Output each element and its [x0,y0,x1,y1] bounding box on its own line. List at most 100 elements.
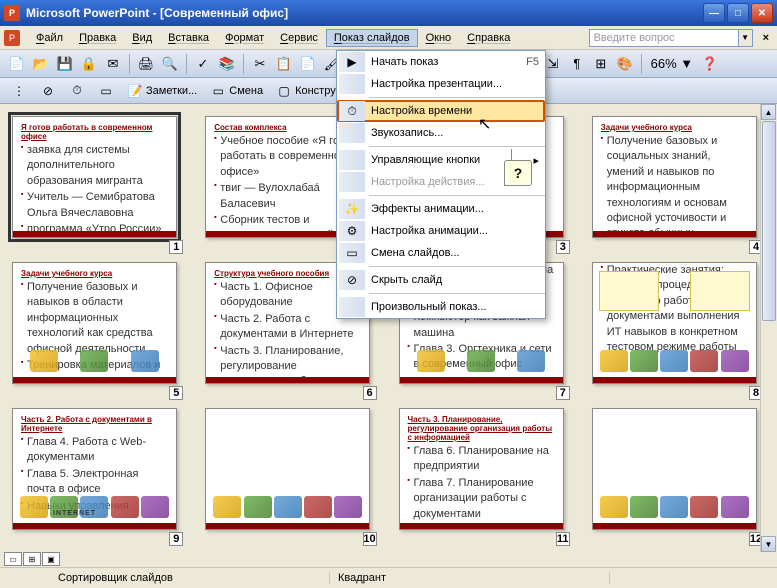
help-tooltip: ? [504,160,532,186]
scroll-down-button[interactable]: ▼ [761,536,776,552]
menu-формат[interactable]: Формат [217,29,272,47]
slide-number: 5 [169,386,183,400]
slide-10[interactable]: 10 [205,408,378,530]
menu-item-icon: ✨ [339,199,365,219]
close-button[interactable]: ✕ [751,3,773,23]
scroll-up-button[interactable]: ▲ [761,104,776,120]
menu-item-label: Звукозапись... [371,127,539,139]
menubar: P ФайлПравкаВидВставкаФорматСервисПоказ … [0,26,777,50]
menu-item-label: Скрыть слайд [371,274,539,286]
cut-button[interactable]: ✂ [249,53,271,75]
menu-справка[interactable]: Справка [459,29,518,47]
scroll-thumb[interactable] [762,121,776,321]
menu-item-icon [339,123,365,143]
menu-item-icon [339,150,365,170]
menu-item-label: Начать показ [371,56,526,68]
slide-number: 11 [556,532,570,546]
menu-item-icon [339,74,365,94]
slide-1[interactable]: Я готов работать в современном офисезаяв… [12,116,185,238]
menu-вставка[interactable]: Вставка [160,29,217,47]
minimize-button[interactable]: — [703,3,725,23]
menu-item-icon: ⊘ [339,270,365,290]
email-button[interactable]: ✉ [102,53,124,75]
slide-4[interactable]: Задачи учебного курсаПолучение базовых и… [592,116,765,238]
menu-item-6[interactable]: ✨ Эффекты анимации... [337,198,545,220]
window-buttons: — □ ✕ [703,3,773,23]
slide-number: 6 [363,386,377,400]
menu-файл[interactable]: Файл [28,29,71,47]
help-search-input[interactable]: Введите вопрос [589,29,739,47]
new-button[interactable]: 📄 [6,53,28,75]
menu-item-label: Настройка презентации... [371,78,539,90]
color-button[interactable]: 🎨 [614,53,636,75]
slide-number: 7 [556,386,570,400]
status-view-label: Сортировщик слайдов [50,572,330,584]
slide-number: 3 [556,240,570,254]
menu-item-9[interactable]: ⊘ Скрыть слайд [337,269,545,291]
menu-item-icon: ▭ [339,243,365,263]
slide-12[interactable]: 12 [592,408,765,530]
vertical-scrollbar[interactable]: ▲ ▼ [760,104,777,552]
slide-8[interactable]: Практические занятия: изучение процедуры… [592,262,765,384]
menu-item-label: Эффекты анимации... [371,203,539,215]
slide-5[interactable]: Задачи учебного курсаПолучение базовых и… [12,262,185,384]
menu-item-icon: ▶ [339,52,365,72]
slideshow-view-button[interactable]: ▣ [42,552,60,566]
menu-сервис[interactable]: Сервис [272,29,326,47]
help-button[interactable]: ❓ [699,53,721,75]
research-button[interactable]: 📚 [216,53,238,75]
menu-правка[interactable]: Правка [71,29,124,47]
show-formatting-button[interactable]: ¶ [566,53,588,75]
transition-button[interactable]: ▭Смена [205,81,268,101]
menu-item-label: Произвольный показ... [371,301,539,313]
maximize-button[interactable]: □ [727,3,749,23]
normal-view-button[interactable]: ▭ [4,552,22,566]
open-button[interactable]: 📂 [30,53,52,75]
menu-item-icon [339,172,365,192]
mdi-close-button[interactable]: × [759,30,773,46]
menu-показ слайдов[interactable]: Показ слайдов [326,29,418,47]
menu-item-label: Настройка времени [371,105,539,117]
handle-icon: ⋮ [6,81,32,101]
slide-number: 9 [169,532,183,546]
menu-item-7[interactable]: ⚙ Настройка анимации... [337,220,545,242]
zoom-dropdown[interactable]: 66% ▼ [647,53,697,75]
menu-item-10[interactable]: Произвольный показ... [337,296,545,318]
slide-number: 1 [169,240,183,254]
menu-item-icon [339,297,365,317]
sorter-view-button[interactable]: ⊞ [23,552,41,566]
titlebar: P Microsoft PowerPoint - [Современный оф… [0,0,777,26]
view-buttons: ▭ ⊞ ▣ [0,552,777,568]
hide-slide-button[interactable]: ⊘ [35,81,61,101]
permission-button[interactable]: 🔒 [78,53,100,75]
save-button[interactable]: 💾 [54,53,76,75]
menu-item-0[interactable]: ▶ Начать показF5 [337,51,545,73]
menu-item-label: Настройка анимации... [371,225,539,237]
menu-окно[interactable]: Окно [418,29,460,47]
menu-item-shortcut: F5 [526,56,539,68]
slide-11[interactable]: Часть 3. Планирование, регулирование орг… [399,408,572,530]
menu-item-8[interactable]: ▭Смена слайдов... [337,242,545,264]
menu-item-2[interactable]: ⏱Настройка времени [337,100,545,122]
summary-button[interactable]: ▭ [93,81,119,101]
rehearse-button[interactable]: ⏱ [64,81,90,101]
window-title: Microsoft PowerPoint - [Современный офис… [26,6,703,20]
grid-button[interactable]: ⊞ [590,53,612,75]
app-icon: P [4,5,20,21]
help-search-dropdown[interactable]: ▼ [739,29,753,47]
notes-button[interactable]: 📝Заметки... [122,81,202,101]
print-button[interactable]: 🖨 [135,53,157,75]
menu-item-1[interactable]: Настройка презентации... [337,73,545,95]
spelling-button[interactable]: ✓ [192,53,214,75]
doc-icon[interactable]: P [4,30,20,46]
preview-button[interactable]: 🔍 [159,53,181,75]
paste-button[interactable]: 📄 [297,53,319,75]
statusbar: ▭ ⊞ ▣ Сортировщик слайдов Квадрант [0,552,777,588]
menu-вид[interactable]: Вид [124,29,160,47]
slide-9[interactable]: Часть 2. Работа с документами в Интернет… [12,408,185,530]
submenu-arrow-icon: ▸ [533,154,539,167]
menu-item-icon: ⚙ [339,221,365,241]
copy-button[interactable]: 📋 [273,53,295,75]
status-design-label: Квадрант [330,572,610,584]
menu-item-3[interactable]: Звукозапись... [337,122,545,144]
